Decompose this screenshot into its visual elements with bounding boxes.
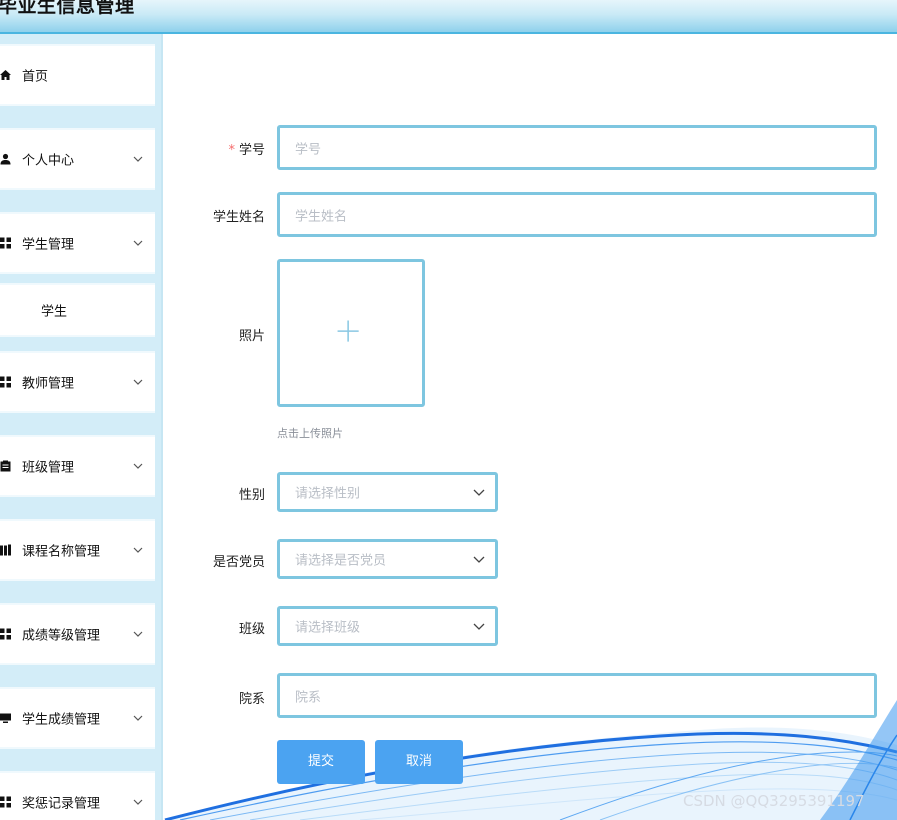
sidebar-item-label: 学生 [41,304,68,320]
gender-label: 性别 [238,488,265,503]
plus-icon [337,320,359,342]
sidebar-item-label: 教师管理 [22,376,75,392]
sidebar-item-label: 首页 [22,69,49,85]
chevron-down-icon [133,379,143,385]
placeholder-text: 学生姓名 [295,209,348,224]
chevron-down-icon [133,547,143,553]
grid-icon [0,796,11,808]
sidebar-item-teacher-management[interactable]: 教师管理 [0,351,155,413]
page: 毕业生信息管理 首页 个人中心 学生管理 学生 教师管理 班级管理 课程名称管理… [0,0,897,820]
sidebar-item-label: 课程名称管理 [22,544,101,560]
sidebar-item-label: 班级管理 [22,460,75,476]
submit-button[interactable]: 提交 [277,740,365,784]
student-id-label: * 学号 [228,143,265,158]
home-icon [0,70,11,80]
class-select[interactable]: 请选择班级 [277,606,498,646]
chevron-down-icon [133,799,143,805]
sidebar-subitem-student[interactable]: 学生 [0,283,155,337]
sidebar: 首页 个人中心 学生管理 学生 教师管理 班级管理 课程名称管理 成绩等级管理 … [0,34,163,820]
monitor-icon [0,713,11,723]
top-header: 毕业生信息管理 [0,0,897,34]
placeholder-text: 请选择班级 [295,620,361,636]
chevron-down-icon [133,631,143,637]
department-label: 院系 [238,692,265,707]
gender-select[interactable]: 请选择性别 [277,472,498,512]
cancel-button[interactable]: 取消 [375,740,463,784]
app-title: 毕业生信息管理 [0,0,135,17]
user-icon [0,153,11,165]
chevron-down-icon [133,240,143,246]
clipboard-icon [0,460,11,472]
chevron-down-icon [133,156,143,162]
placeholder-text: 学号 [295,142,322,157]
student-name-label: 学生姓名 [212,210,265,225]
sidebar-item-label: 成绩等级管理 [22,628,101,644]
sidebar-item-grade-level-management[interactable]: 成绩等级管理 [0,603,155,665]
placeholder-text: 请选择是否党员 [295,553,387,569]
grid-icon [0,376,11,388]
party-member-select[interactable]: 请选择是否党员 [277,539,498,579]
sidebar-item-class-management[interactable]: 班级管理 [0,435,155,497]
sidebar-item-student-management[interactable]: 学生管理 [0,212,155,274]
grid-icon [0,628,11,640]
placeholder-text: 请选择性别 [295,486,361,502]
student-id-input[interactable]: 学号 [277,125,877,170]
chevron-down-icon [473,489,485,496]
grid-icon [0,237,11,249]
sidebar-item-label: 奖惩记录管理 [22,796,101,812]
photo-upload-box[interactable] [277,259,425,407]
photo-label: 照片 [238,329,265,344]
placeholder-text: 院系 [295,690,322,705]
book-icon [0,544,11,556]
sidebar-item-label: 学生管理 [22,237,75,253]
class-label: 班级 [238,622,265,637]
sidebar-item-student-score-management[interactable]: 学生成绩管理 [0,687,155,749]
chevron-down-icon [133,463,143,469]
required-mark: * [228,143,235,158]
department-input[interactable]: 院系 [277,673,877,718]
sidebar-item-course-name-management[interactable]: 课程名称管理 [0,519,155,581]
watermark-text: CSDN @QQ3295391197 [683,792,865,810]
upload-tip: 点击上传照片 [277,427,343,440]
sidebar-item-home[interactable]: 首页 [0,44,155,106]
party-member-label: 是否党员 [212,555,265,570]
chevron-down-icon [133,715,143,721]
student-name-input[interactable]: 学生姓名 [277,192,877,237]
sidebar-item-reward-punishment-management[interactable]: 奖惩记录管理 [0,771,155,820]
sidebar-item-personal-center[interactable]: 个人中心 [0,128,155,190]
sidebar-item-label: 学生成绩管理 [22,712,101,728]
chevron-down-icon [473,623,485,630]
chevron-down-icon [473,556,485,563]
sidebar-item-label: 个人中心 [22,153,75,169]
